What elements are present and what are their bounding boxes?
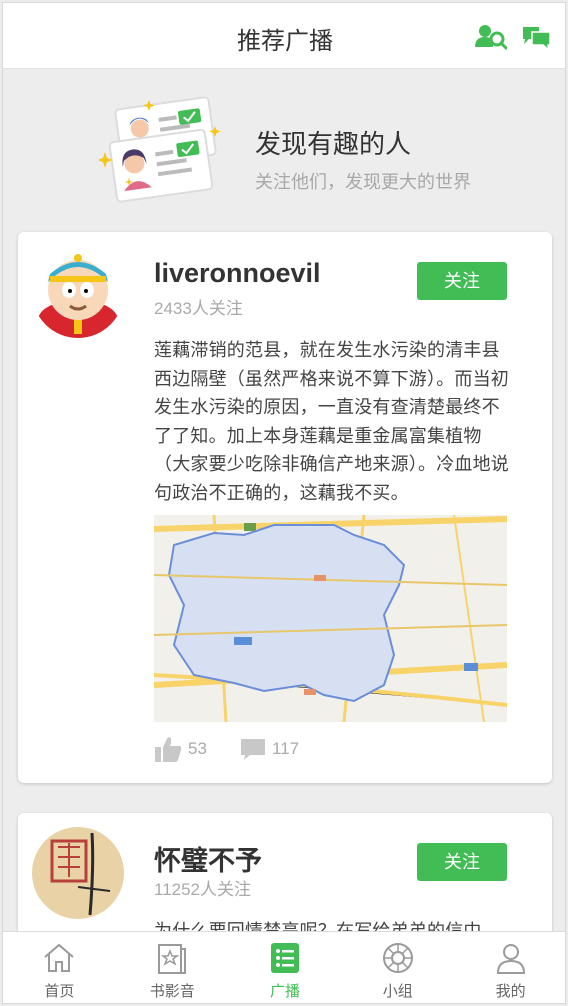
promo-subtitle: 关注他们，发现更大的世界 <box>255 172 471 192</box>
broadcast-icon <box>270 943 299 973</box>
app-frame: 推荐广播 发现有趣的人 关注他们，发现更大的世界 liveronnoevil 2… <box>2 2 566 1004</box>
tab-label: 小组 <box>382 983 413 1000</box>
comment-icon <box>241 739 265 760</box>
group-icon <box>382 943 413 973</box>
follower-count: 2433人关注 <box>154 299 243 318</box>
thumbs-up-icon <box>155 737 182 762</box>
avatar[interactable] <box>32 827 124 919</box>
username[interactable]: 怀璧不予 <box>154 839 262 878</box>
tab-broadcast[interactable]: 广播 <box>229 932 342 1003</box>
like-button[interactable]: 53 <box>154 732 207 766</box>
tab-home[interactable]: 首页 <box>3 932 116 1003</box>
comment-button[interactable]: 117 <box>240 732 299 766</box>
tab-label: 首页 <box>44 983 75 1000</box>
home-icon <box>44 943 75 972</box>
top-bar: 推荐广播 <box>3 3 565 69</box>
profile-icon <box>496 944 525 974</box>
comment-count: 117 <box>272 739 300 758</box>
like-count: 53 <box>188 739 207 758</box>
tab-label: 我的 <box>495 983 526 1000</box>
people-search-icon[interactable] <box>475 23 508 51</box>
chat-icon[interactable] <box>521 23 553 52</box>
discover-banner[interactable]: 发现有趣的人 关注他们，发现更大的世界 <box>3 70 565 230</box>
tab-media[interactable]: 书影音 <box>116 932 229 1003</box>
bottom-tab-bar: 首页 书影音 广播 小组 我的 <box>3 931 565 1003</box>
tab-label: 书影音 <box>149 983 195 1000</box>
post-text[interactable]: 莲藕滞销的范县，就在发生水污染的清丰县西边隔壁（虽然严格来说不算下游）。而当初发… <box>154 336 512 507</box>
follow-button[interactable]: 关注 <box>417 843 507 881</box>
map-image[interactable] <box>154 515 507 722</box>
tab-label: 广播 <box>269 983 300 1000</box>
follower-count: 11252人关注 <box>154 880 252 899</box>
promo-title: 发现有趣的人 <box>255 129 412 159</box>
tab-group[interactable]: 小组 <box>341 932 454 1003</box>
avatar[interactable] <box>32 246 124 338</box>
media-icon <box>158 944 187 974</box>
post-card[interactable]: liveronnoevil 2433人关注 关注 莲藕滞销的范县，就在发生水污染… <box>18 232 552 783</box>
tab-profile[interactable]: 我的 <box>454 932 565 1003</box>
follow-button[interactable]: 关注 <box>417 262 507 300</box>
id-cards-illustration-icon <box>97 96 229 206</box>
username[interactable]: liveronnoevil <box>154 258 321 289</box>
